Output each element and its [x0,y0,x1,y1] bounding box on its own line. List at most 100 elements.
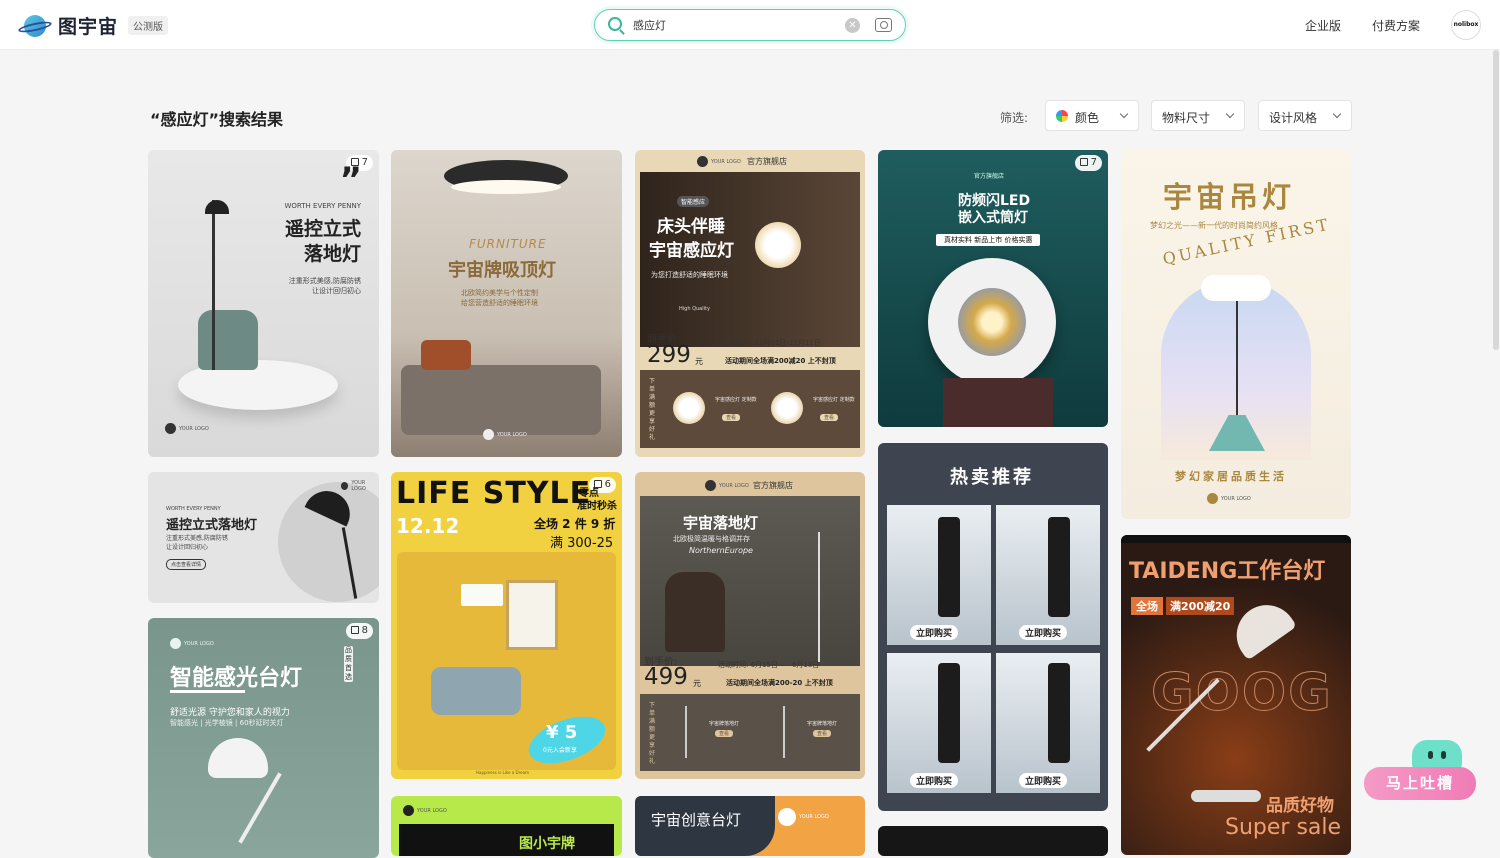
result-card-floor-lamp[interactable]: 7 ” WORTH EVERY PENNY 遥控立式 落地灯 注重形式美感,防腐… [148,150,379,457]
coupon-value: ¥ 5 [546,722,578,743]
filter-style[interactable]: 设计风格 [1258,100,1352,131]
filter-label: 筛选: [1000,111,1029,125]
card-subtitle: 北欧极简温暖与格调并存 [673,535,750,543]
card-subtitle: 为您打造舒适的睡眠环境 [651,271,728,279]
search-input[interactable] [633,16,833,34]
clear-icon[interactable]: ✕ [845,18,860,33]
script-text: NorthernEurope [689,546,753,555]
product-thumb [685,706,687,758]
background-text: GOOG [1151,663,1333,724]
result-card-creative-desk-lamp[interactable]: 宇宙创意台灯 YOUR LOGO [635,796,865,856]
lamp-head-shape [1224,593,1298,661]
flashlight-shape [1048,517,1070,617]
nav-enterprise[interactable]: 企业版 [1305,17,1341,34]
card-subtitle: 北欧简约美学与个性定制 [461,289,538,297]
flashlight-shape [938,663,960,763]
lamp-pole-shape [212,200,215,370]
card-subtitle: 让设计回归初心 [312,287,361,295]
deal-tag: 全场 [1131,597,1163,615]
product-label: 宇宙感应灯 定制款 [813,397,855,403]
chevron-down-icon [1225,109,1235,119]
card-title: 遥控立式 [284,218,361,240]
footer-text: Happiness is Like a Dream [476,770,529,775]
card-slogan: 梦幻家居品质生活 [1175,470,1287,483]
lamp-shade-shape [461,584,503,606]
side-tag: 下单满额更享好礼 [649,378,656,441]
result-card-floor-lamp-banner[interactable]: WORTH EVERY PENNY 遥控立式落地灯 注重形式美感,防腐防锈 让设… [148,472,379,603]
card-subtitle: 让设计回归初心 [166,544,209,551]
result-card-pendant-lamp[interactable]: 宇宙吊灯 梦幻之光——新一代的时尚简约风格 QUALITY FIRST 梦幻家居… [1121,150,1351,519]
quality-text: High Quality [679,306,710,312]
mascot-icon [1412,740,1462,770]
pendant-cord-shape [1236,295,1238,420]
price-value: 499 [644,664,688,690]
card-subtitle: 舒适光源 守护您和家人的视力 [170,708,290,718]
bed-shape [401,365,601,435]
result-card-bedside-lamp[interactable]: YOUR LOGO 官方旗舰店 智能感应 床头伴睡 宇宙感应灯 为您打造舒适的睡… [635,150,865,457]
sofa-shape [431,667,521,715]
filter-color[interactable]: 颜色 [1045,100,1139,131]
card-title: TAIDENG工作台灯 [1129,559,1326,584]
feature-tag: 智能感应 [677,196,710,207]
product-thumb [673,392,705,424]
search-icon[interactable] [608,17,622,31]
result-card-hot-picks[interactable]: 热卖推荐 立即购买 立即购买 立即购买 立即购买 [878,443,1108,811]
chevron-down-icon [1119,109,1129,119]
filter-size[interactable]: 物料尺寸 [1151,100,1245,131]
kicker-text: WORTH EVERY PENNY [284,202,362,210]
buy-now-button: 立即购买 [910,625,959,640]
flashlight-shape [1048,663,1070,763]
result-card-downlight[interactable]: 7 官方旗舰店 防频闪LED 嵌入式筒灯 真材实料 新品上市 价格实惠 [878,150,1108,427]
result-card-floor-lamp-store[interactable]: YOUR LOGO 官方旗舰店 宇宙落地灯 北欧极简温暖与格调并存 Northe… [635,472,865,779]
result-card-desk-lamp[interactable]: 8 YOUR LOGO 智能感光台灯 品质首选 舒适光源 守护您和家人的视力 智… [148,618,379,858]
buy-now-button: 立即购买 [1019,625,1068,640]
buy-now-button: 立即购买 [1019,773,1068,788]
store-label: 官方旗舰店 [974,173,1005,180]
card-logo: YOUR LOGO [1207,493,1251,504]
card-logo: YOUR LOGO [170,638,214,649]
scrollbar[interactable] [1493,50,1499,350]
promo-text: 活动期间全场满200减20 上不封顶 [725,357,836,365]
card-title: LIFE STYLE [396,476,592,511]
top-strip [1121,535,1351,543]
result-card-ceiling-lamp[interactable]: FURNITURE 宇宙牌吸顶灯 北欧简约美学与个性定制 给您营造舒适的睡眠环境… [391,150,622,457]
card-title: 落地灯 [303,243,361,265]
card-logo: YOUR LOGO [165,423,209,434]
nav-pricing[interactable]: 付费方案 [1372,17,1420,34]
lamp-head-shape [205,200,229,214]
cloud-shape [1201,275,1271,301]
color-wheel-icon [1056,110,1068,122]
view-button: 查看 [820,414,839,421]
feedback-button[interactable]: 马上吐槽 [1364,767,1476,800]
result-card-dark[interactable] [878,826,1108,856]
price-unit: 元 [695,357,703,366]
card-logo: YOUR LOGO [483,429,527,440]
brand-logo[interactable]: 图宇宙 公测版 [17,12,169,39]
view-button: 查看 [722,414,741,421]
card-title: 热卖推荐 [950,467,1034,488]
lamp-arm-shape [238,772,282,844]
downlight-lens-shape [958,288,1026,356]
armchair-shape [665,572,725,652]
night-light-shape [755,222,801,268]
deal-text: 满 300-25 [550,536,614,551]
card-title: 宇宙感应灯 [649,241,734,261]
view-button: 查看 [715,730,734,737]
result-card-lifestyle[interactable]: 6 LIFE STYLE 12.12 零点 准时秒杀 全场 2 件 9 折 满 … [391,472,622,779]
result-card-xiaoyu[interactable]: YOUR LOGO 图小宇牌 [391,796,622,856]
card-title: 宇宙吊灯 [1163,180,1296,214]
buy-now-button: 立即购买 [910,773,959,788]
product-label: 宇宙牌落地灯 [807,721,838,727]
blanket-shape [421,340,471,370]
deal-tag: 满200减20 [1166,597,1235,615]
store-label: 官方旗舰店 [747,157,787,166]
card-subtitle: 智能感光 | 光学棱镜 | 60秒延时关灯 [170,719,284,727]
lamp-head-shape [208,738,268,778]
avatar[interactable]: nolibox [1451,10,1481,40]
camera-icon[interactable] [875,18,892,32]
kicker-text: FURNITURE [469,237,547,251]
page-title: “感应灯”搜索结果 [150,110,284,129]
card-title: 宇宙牌吸顶灯 [448,260,556,281]
result-card-work-lamp[interactable]: TAIDENG工作台灯 全场 满200减20 GOOG 品质好物 Super s… [1121,535,1351,855]
filter-color-label: 颜色 [1075,111,1100,125]
